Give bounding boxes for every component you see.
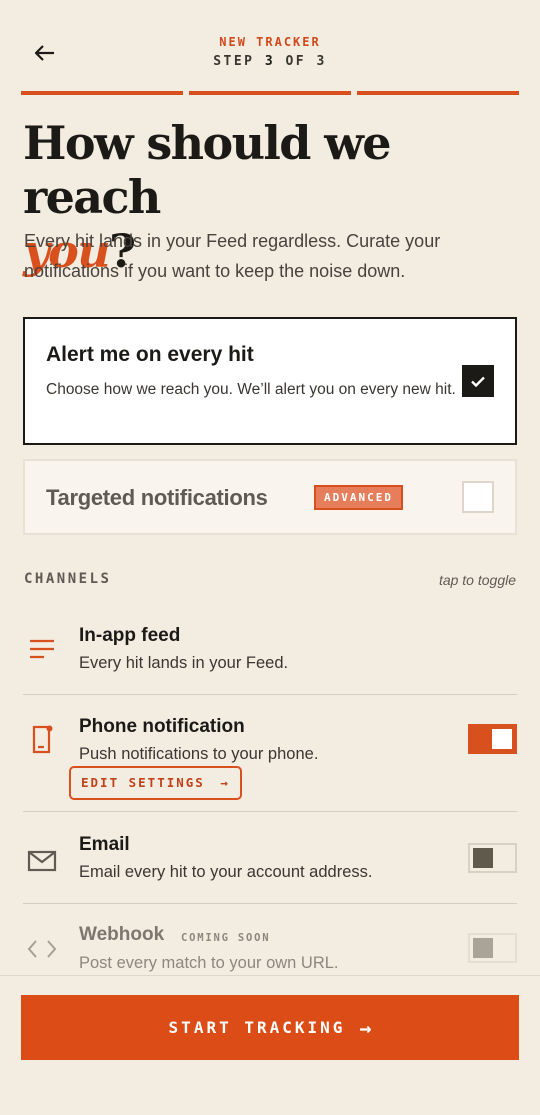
channel-email: Email Email every hit to your account ad…: [23, 812, 517, 904]
header: NEW TRACKER STEP 3 OF 3: [0, 0, 540, 92]
channel-in-app-feed: In-app feed Every hit lands in your Feed…: [23, 610, 517, 695]
step-of: OF: [285, 54, 307, 69]
edit-settings-label: EDIT SETTINGS: [81, 775, 205, 790]
option-targeted-title: Targeted notifications: [46, 485, 268, 510]
toggle-knob: [492, 729, 512, 749]
channel-name: In-app feed: [79, 625, 181, 646]
envelope-icon: [23, 842, 61, 880]
step-prefix: STEP: [213, 54, 255, 69]
step-indicator: STEP 3 OF 3: [0, 54, 540, 69]
progress-segment-3: [357, 91, 519, 95]
option-targeted-checkbox[interactable]: [462, 481, 494, 513]
webhook-toggle: [468, 933, 517, 963]
flow-eyebrow: NEW TRACKER: [219, 35, 321, 49]
step-current: 3: [264, 54, 276, 69]
progress-segment-2: [189, 91, 351, 95]
option-targeted-notifications[interactable]: Targeted notifications ADVANCED: [23, 459, 517, 535]
channel-phone-notification: Phone notification Push notifications to…: [23, 695, 517, 812]
channel-description: Push notifications to your phone.: [79, 745, 319, 763]
step-total: 3: [316, 54, 327, 69]
phone-icon: [23, 721, 61, 759]
option-every-hit-title: Alert me on every hit: [46, 343, 254, 366]
toggle-knob: [473, 848, 493, 868]
title-line: How should we reach: [23, 116, 392, 224]
channel-name: Webhook: [79, 924, 165, 945]
page-subtitle: Every hit lands in your Feed regardless.…: [24, 231, 441, 281]
email-toggle[interactable]: [468, 843, 517, 873]
channel-description: Email every hit to your account address.: [79, 863, 373, 881]
start-tracking-button[interactable]: START TRACKING →: [21, 995, 519, 1060]
advanced-badge: ADVANCED: [314, 485, 403, 510]
edit-settings-button[interactable]: EDIT SETTINGS →: [69, 766, 242, 800]
start-tracking-label: START TRACKING: [168, 1018, 346, 1037]
channel-description: Post every match to your own URL.: [79, 954, 339, 972]
progress-segment-1: [21, 91, 183, 95]
option-every-hit-checkbox[interactable]: [462, 365, 494, 397]
channels-label: CHANNELS: [24, 571, 112, 587]
menu-lines-icon: [23, 630, 61, 668]
arrow-right-icon: →: [220, 775, 230, 790]
phone-notification-toggle[interactable]: [468, 724, 517, 754]
channels-hint: tap to toggle: [438, 572, 516, 588]
code-brackets-icon: [23, 930, 61, 968]
coming-soon-badge: COMING SOON: [181, 932, 271, 944]
option-every-hit[interactable]: Alert me on every hit Choose how we reac…: [23, 317, 517, 445]
progress-bar: [21, 91, 519, 95]
channel-name: Phone notification: [79, 716, 245, 737]
arrow-right-icon: →: [359, 1015, 372, 1040]
option-every-hit-description: Choose how we reach you. We’ll alert you…: [46, 381, 456, 398]
channel-description: Every hit lands in your Feed.: [79, 654, 289, 672]
toggle-knob: [473, 938, 493, 958]
checkmark-icon: [471, 376, 485, 387]
channel-name: Email: [79, 834, 130, 855]
channel-webhook: Webhook COMING SOON Post every match to …: [23, 904, 517, 976]
